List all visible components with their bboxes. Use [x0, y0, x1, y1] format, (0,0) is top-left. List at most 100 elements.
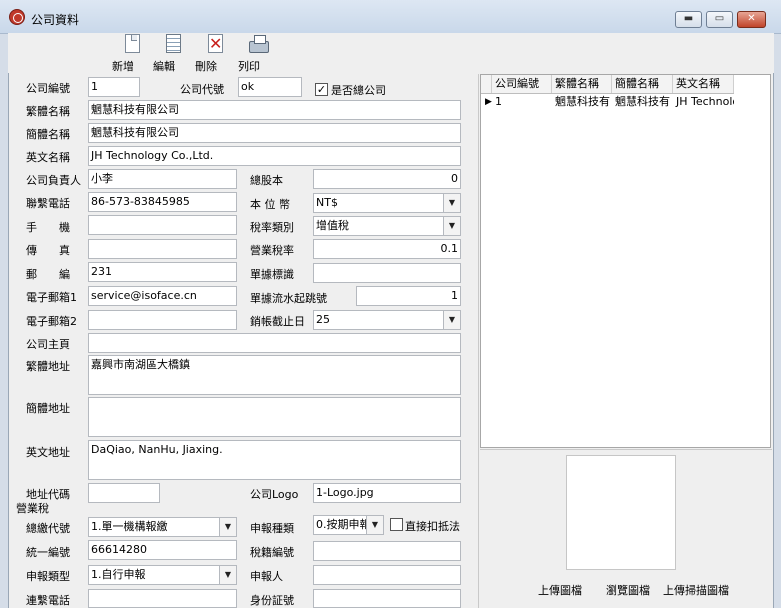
chevron-down-icon[interactable]: ▼: [219, 566, 236, 584]
chevron-down-icon[interactable]: ▼: [366, 516, 383, 534]
report-type-value: 1.自行申報: [91, 568, 146, 581]
report-kind-label: 申報種類: [250, 522, 294, 535]
edit-button-label: 編輯: [153, 60, 175, 73]
direct-deduct-label: 直接扣抵法: [405, 520, 460, 533]
doc-serial-start-field[interactable]: 1: [356, 286, 461, 306]
tax-type-value: 增值稅: [316, 219, 349, 232]
zip-field[interactable]: 231: [88, 262, 237, 282]
unified-no-field[interactable]: 66614280: [88, 540, 237, 560]
print-button-label: 列印: [238, 60, 260, 73]
company-code-field[interactable]: ok: [238, 77, 302, 97]
report-type-select[interactable]: 1.自行申報 ▼: [88, 565, 237, 585]
tax-type-label: 稅率類別: [250, 221, 294, 234]
chevron-down-icon[interactable]: ▼: [443, 311, 460, 329]
doc-mark-field[interactable]: [313, 263, 461, 283]
contact-phone-field[interactable]: [88, 589, 237, 608]
payment-code-value: 1.單一機構報繳: [91, 520, 168, 533]
contact-phone-label: 連繫電話: [26, 594, 70, 607]
delete-button-label: 刪除: [195, 60, 217, 73]
addr-trad-field[interactable]: 嘉興市南湖區大橋鎮: [88, 355, 461, 395]
email1-field[interactable]: service@isoface.cn: [88, 286, 237, 306]
grid-header: 公司編號 繁體名稱 簡體名稱 英文名稱: [481, 75, 734, 94]
browse-image-button[interactable]: 瀏覽圖檔: [606, 582, 650, 598]
total-shares-field[interactable]: 0: [313, 169, 461, 189]
tax-reg-no-label: 稅籍編號: [250, 546, 294, 559]
minimize-button[interactable]: ▬: [675, 11, 702, 28]
email2-field[interactable]: [88, 310, 237, 330]
company-no-label: 公司編號: [26, 82, 70, 95]
addr-simp-label: 簡體地址: [26, 402, 70, 415]
add-button-label: 新增: [112, 60, 134, 73]
grid-cell-name-en[interactable]: JH Technology: [673, 94, 734, 111]
id-no-field[interactable]: [313, 589, 461, 608]
logo-label: 公司Logo: [250, 488, 299, 501]
logo-picture-box: [566, 455, 676, 570]
addr-en-field[interactable]: DaQiao, NanHu, Jiaxing.: [88, 440, 461, 480]
print-button[interactable]: 列印: [232, 33, 269, 73]
currency-value: NT$: [316, 196, 338, 209]
grid-header-name-simp[interactable]: 簡體名稱: [612, 75, 673, 93]
owner-field[interactable]: 小李: [88, 169, 237, 189]
tax-section-title: 營業稅: [16, 502, 49, 515]
logo-field[interactable]: 1-Logo.jpg: [313, 483, 461, 503]
grid-cell-name-simp[interactable]: 魍慧科技有: [612, 94, 673, 111]
currency-label: 本 位 幣: [250, 198, 290, 211]
close-button[interactable]: ✕: [737, 11, 766, 28]
business-tax-rate-field[interactable]: 0.1: [313, 239, 461, 259]
name-en-field[interactable]: JH Technology Co.,Ltd.: [88, 146, 461, 166]
homepage-label: 公司主頁: [26, 338, 70, 351]
reporter-field[interactable]: [313, 565, 461, 585]
owner-label: 公司負責人: [26, 174, 81, 187]
grid-header-company-no[interactable]: 公司編號: [492, 75, 552, 93]
add-button[interactable]: 新增: [106, 33, 140, 73]
homepage-field[interactable]: [88, 333, 461, 353]
report-kind-value: 0.按期申報: [316, 518, 371, 531]
upload-scan-button[interactable]: 上傳掃描圖檔: [663, 582, 729, 598]
name-simp-field[interactable]: 魍慧科技有限公司: [88, 123, 461, 143]
tax-reg-no-field[interactable]: [313, 541, 461, 561]
window-title: 公司資料: [31, 13, 80, 27]
company-no-field[interactable]: 1: [88, 77, 140, 97]
addr-trad-label: 繁體地址: [26, 360, 70, 373]
is-hq-checkbox[interactable]: ✓: [315, 83, 328, 96]
maximize-button[interactable]: ▭: [706, 11, 733, 28]
total-shares-label: 總股本: [250, 174, 283, 187]
grid-cell-name-trad[interactable]: 魍慧科技有: [552, 94, 612, 111]
tax-type-select[interactable]: 增值稅 ▼: [313, 216, 461, 236]
payment-code-select[interactable]: 1.單一機構報繳 ▼: [88, 517, 237, 537]
closing-day-value: 25: [316, 313, 330, 326]
chevron-down-icon[interactable]: ▼: [219, 518, 236, 536]
doc-mark-label: 單據標識: [250, 268, 294, 281]
row-indicator-icon: ▶: [485, 97, 492, 107]
phone-label: 聯繫電話: [26, 197, 70, 210]
business-tax-rate-label: 營業稅率: [250, 244, 294, 257]
fax-field[interactable]: [88, 239, 237, 259]
doc-serial-start-label: 單據流水起跳號: [250, 292, 327, 305]
currency-select[interactable]: NT$ ▼: [313, 193, 461, 213]
report-kind-select[interactable]: 0.按期申報 ▼: [313, 515, 384, 535]
addr-simp-field[interactable]: [88, 397, 461, 437]
phone-field[interactable]: 86-573-83845985: [88, 192, 237, 212]
payment-code-label: 總繳代號: [26, 522, 70, 535]
name-simp-label: 簡體名稱: [26, 128, 70, 141]
delete-button[interactable]: ✕ 刪除: [189, 33, 223, 73]
closing-day-label: 銷帳截止日: [250, 315, 305, 328]
upload-image-button[interactable]: 上傳圖檔: [538, 582, 582, 598]
printer-icon: [249, 35, 269, 53]
mobile-field[interactable]: [88, 215, 237, 235]
grid-header-name-en[interactable]: 英文名稱: [673, 75, 734, 93]
chevron-down-icon[interactable]: ▼: [443, 194, 460, 212]
panel-divider: [478, 74, 479, 608]
direct-deduct-checkbox[interactable]: [390, 518, 403, 531]
name-trad-field[interactable]: 魍慧科技有限公司: [88, 100, 461, 120]
chevron-down-icon[interactable]: ▼: [443, 217, 460, 235]
addr-code-field[interactable]: [88, 483, 160, 503]
closing-day-select[interactable]: 25 ▼: [313, 310, 461, 330]
grid-cell-company-no[interactable]: 1: [492, 94, 552, 111]
name-trad-label: 繁體名稱: [26, 105, 70, 118]
image-panel-divider: [480, 449, 772, 450]
grid-header-name-trad[interactable]: 繁體名稱: [552, 75, 612, 93]
edit-button[interactable]: 編輯: [147, 33, 181, 73]
name-en-label: 英文名稱: [26, 151, 70, 164]
company-grid[interactable]: 公司編號 繁體名稱 簡體名稱 英文名稱 ▶ 1 魍慧科技有 魍慧科技有 JH T…: [480, 74, 771, 448]
